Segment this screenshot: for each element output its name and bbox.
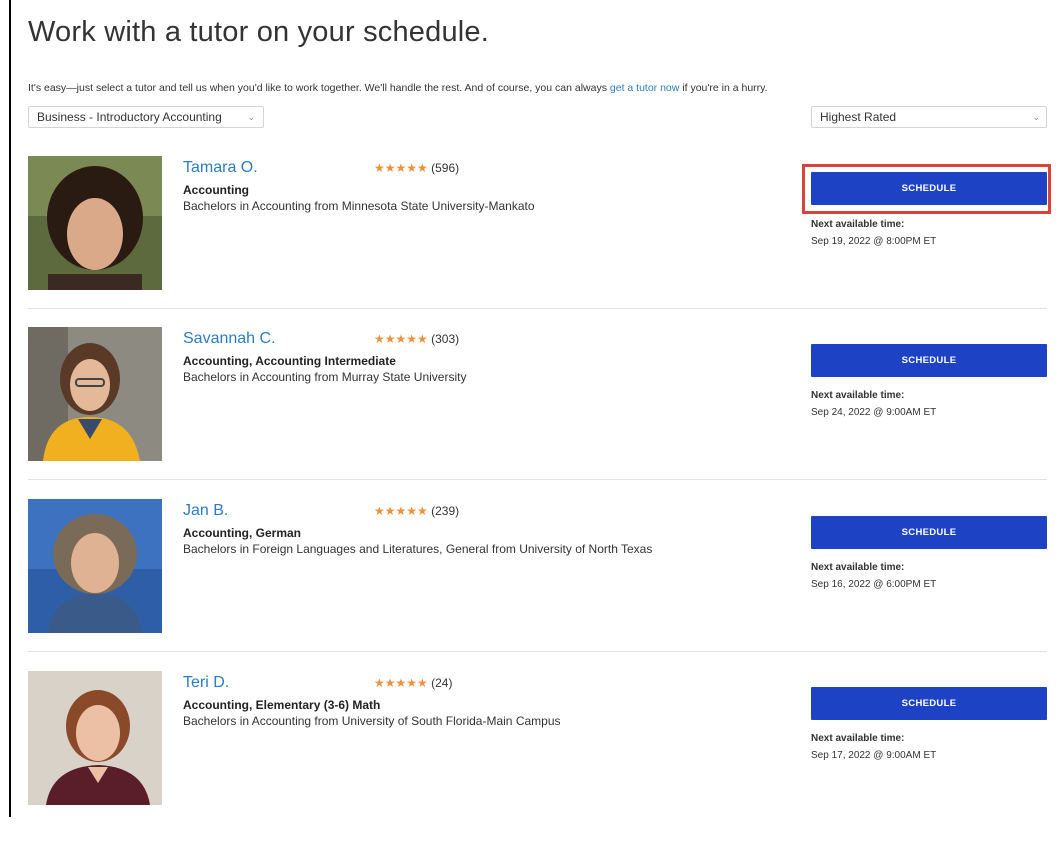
tutor-subjects: Accounting, Accounting Intermediate <box>183 354 396 368</box>
divider <box>28 651 1047 652</box>
tutor-photo[interactable] <box>28 156 162 290</box>
review-count: (239) <box>431 504 460 518</box>
get-tutor-now-link[interactable]: get a tutor now <box>610 82 679 94</box>
subject-select[interactable]: Business - Introductory Accounting ⌄ <box>28 106 264 128</box>
tutor-photo[interactable] <box>28 671 162 805</box>
schedule-button[interactable]: SCHEDULE <box>811 516 1047 549</box>
tutor-subjects: Accounting <box>183 183 249 197</box>
tutor-subjects: Accounting, German <box>183 526 302 540</box>
star-rating-icon: ★★★★★ <box>374 504 428 518</box>
tutor-rating: ★★★★★ (596) <box>374 161 459 175</box>
tutor-degree: Bachelors in Accounting from Murray Stat… <box>183 370 467 384</box>
intro-text: It's easy—just select a tutor and tell u… <box>28 82 768 94</box>
tutor-rating: ★★★★★ (303) <box>374 332 459 346</box>
tutor-name[interactable]: Teri D. <box>183 674 229 692</box>
tutor-subjects: Accounting, Elementary (3-6) Math <box>183 698 381 712</box>
next-available-label: Next available time: <box>811 390 905 401</box>
tutor-degree: Bachelors in Accounting from University … <box>183 714 561 728</box>
tutor-card: Teri D. ★★★★★ (24) Accounting, Elementar… <box>28 671 1047 843</box>
sort-select-value: Highest Rated <box>820 110 897 124</box>
next-available-time: Sep 24, 2022 @ 9:00AM ET <box>811 407 937 418</box>
sort-select[interactable]: Highest Rated ⌄ <box>811 106 1047 128</box>
next-available-time: Sep 17, 2022 @ 9:00AM ET <box>811 750 937 761</box>
next-available-label: Next available time: <box>811 562 905 573</box>
next-available-label: Next available time: <box>811 733 905 744</box>
star-rating-icon: ★★★★★ <box>374 161 428 175</box>
divider <box>28 479 1047 480</box>
tutor-name[interactable]: Tamara O. <box>183 159 258 177</box>
tutor-rating: ★★★★★ (24) <box>374 676 452 690</box>
review-count: (596) <box>431 161 460 175</box>
tutor-photo[interactable] <box>28 499 162 633</box>
tutor-degree: Bachelors in Foreign Languages and Liter… <box>183 542 653 556</box>
page-title: Work with a tutor on your schedule. <box>28 16 490 48</box>
star-rating-icon: ★★★★★ <box>374 332 428 346</box>
schedule-button[interactable]: SCHEDULE <box>811 344 1047 377</box>
tutor-card: Jan B. ★★★★★ (239) Accounting, German Ba… <box>28 499 1047 671</box>
review-count: (303) <box>431 332 460 346</box>
tutor-rating: ★★★★★ (239) <box>374 504 459 518</box>
subject-select-value: Business - Introductory Accounting <box>37 110 222 124</box>
schedule-button[interactable]: SCHEDULE <box>811 172 1047 205</box>
tutor-photo[interactable] <box>28 327 162 461</box>
chevron-down-icon: ⌄ <box>1032 112 1040 122</box>
divider <box>28 308 1047 309</box>
chevron-down-icon: ⌄ <box>247 112 255 122</box>
tutor-name[interactable]: Jan B. <box>183 502 228 520</box>
schedule-button[interactable]: SCHEDULE <box>811 687 1047 720</box>
intro-text-start: It's easy—just select a tutor and tell u… <box>28 82 610 94</box>
next-available-label: Next available time: <box>811 219 905 230</box>
next-available-time: Sep 16, 2022 @ 6:00PM ET <box>811 579 937 590</box>
tutor-degree: Bachelors in Accounting from Minnesota S… <box>183 199 535 213</box>
tutor-card: Tamara O. ★★★★★ (596) Accounting Bachelo… <box>28 156 1047 328</box>
star-rating-icon: ★★★★★ <box>374 676 428 690</box>
tutor-card: Savannah C. ★★★★★ (303) Accounting, Acco… <box>28 327 1047 499</box>
tutor-name[interactable]: Savannah C. <box>183 330 276 348</box>
intro-text-end: if you're in a hurry. <box>679 82 768 94</box>
next-available-time: Sep 19, 2022 @ 8:00PM ET <box>811 236 937 247</box>
review-count: (24) <box>431 676 453 690</box>
